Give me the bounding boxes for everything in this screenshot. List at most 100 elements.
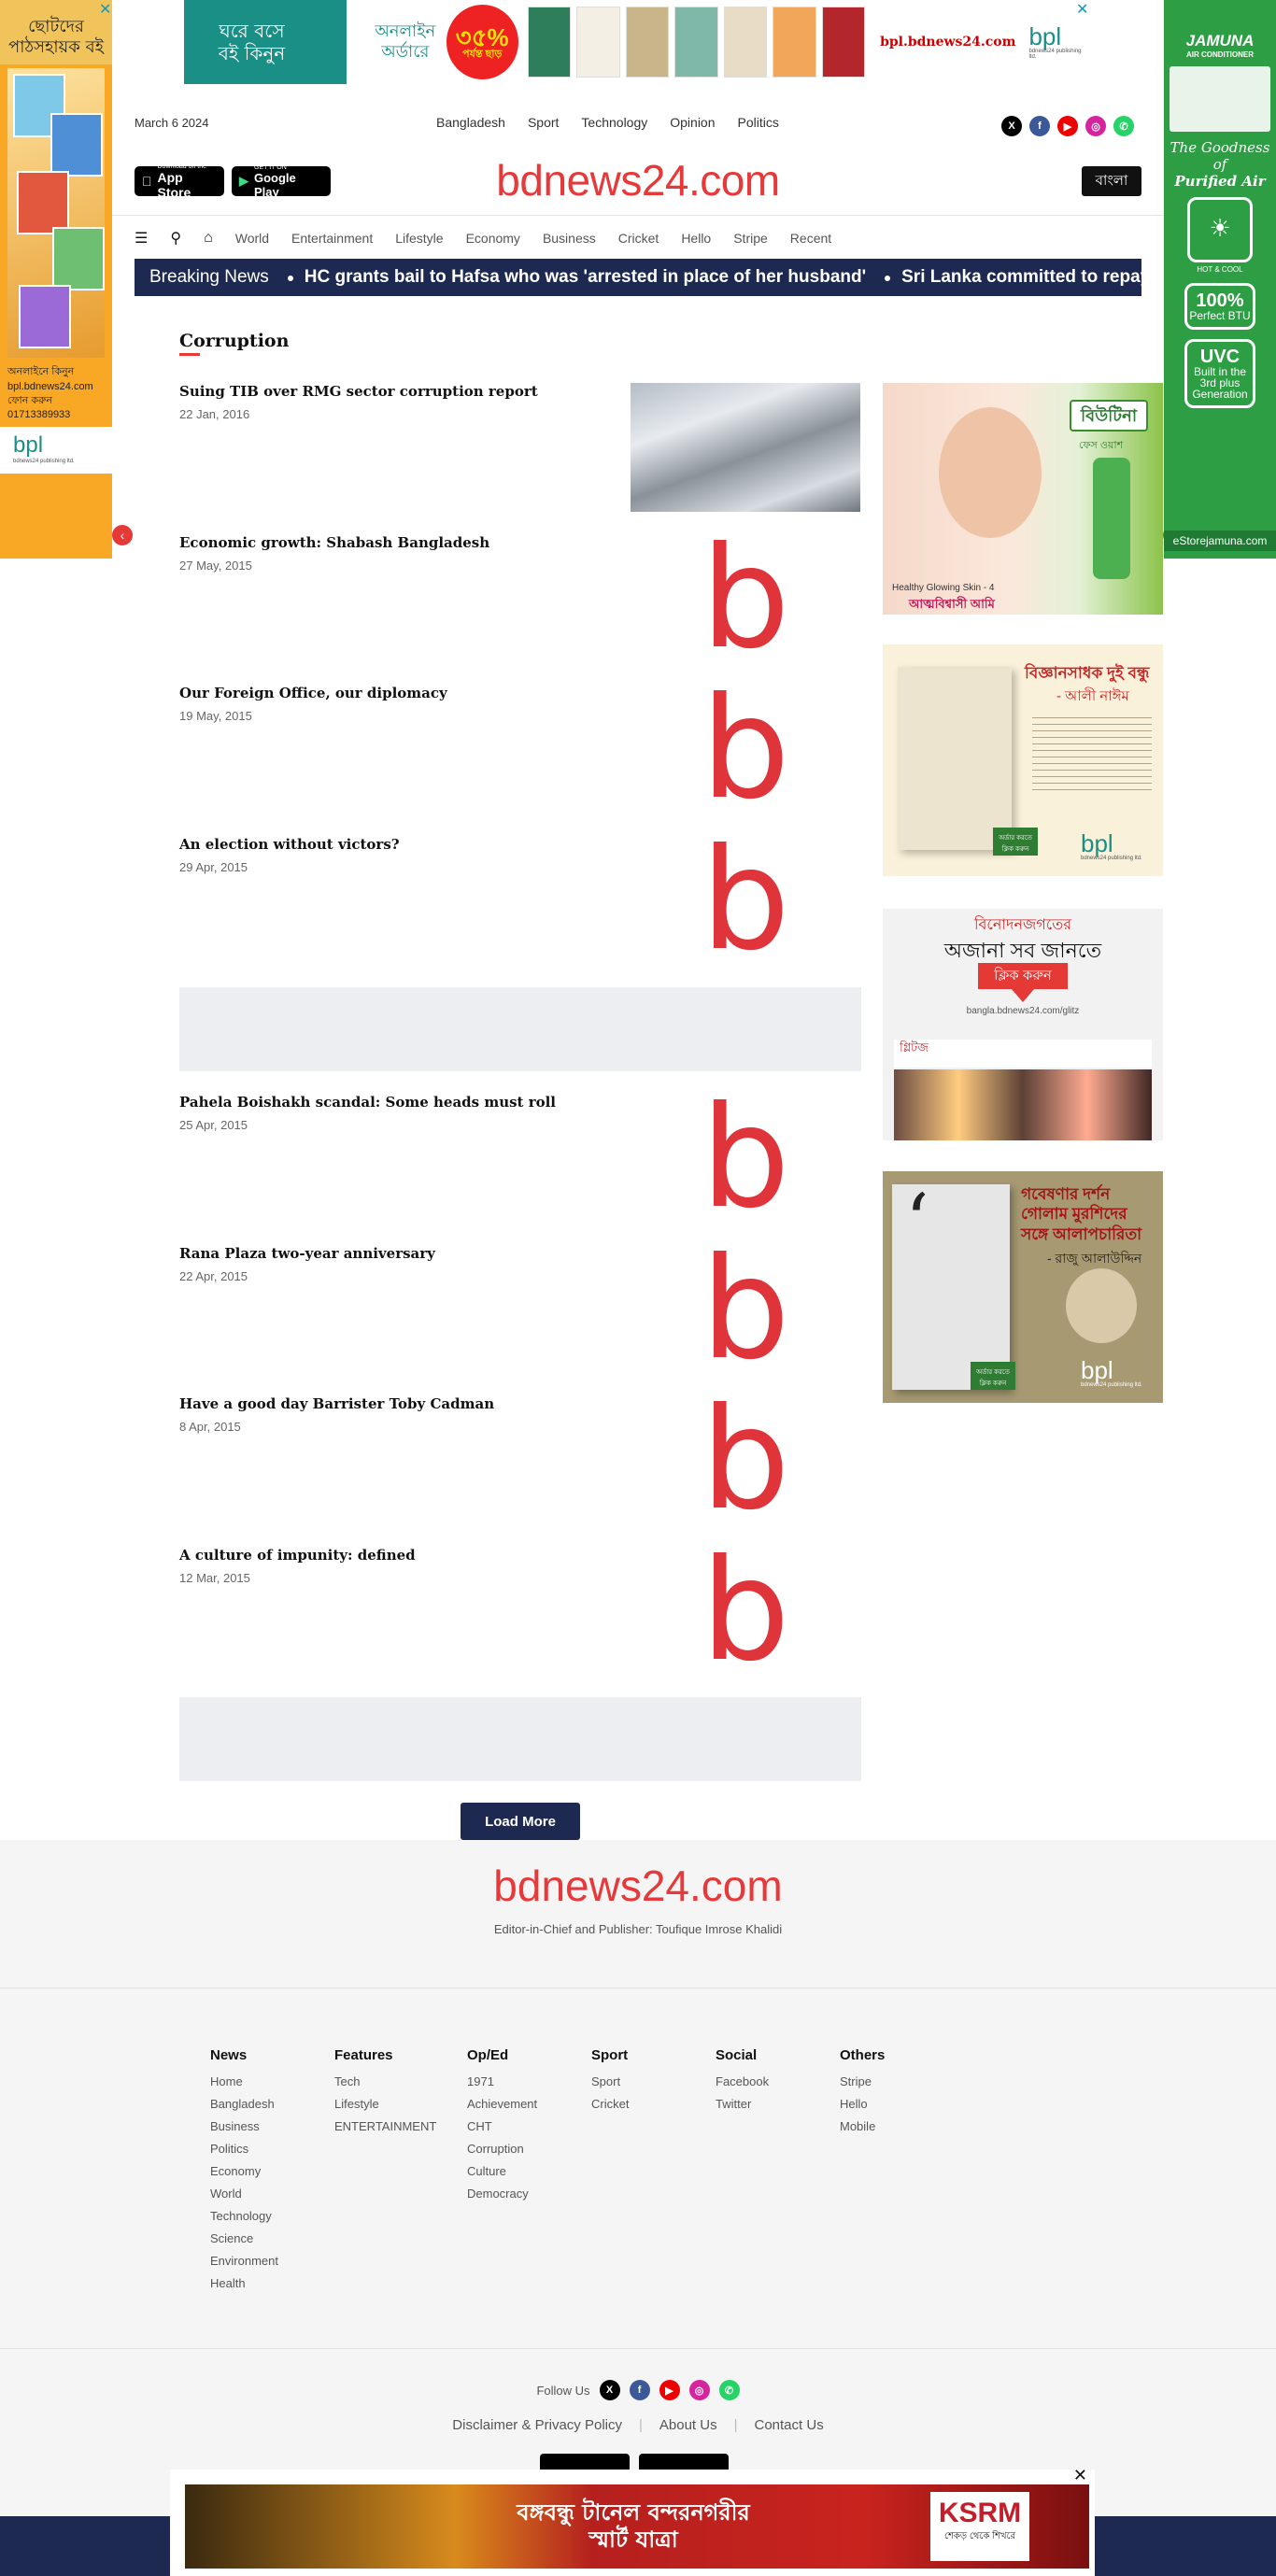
app-store-button[interactable]: Download on theApp Store <box>135 163 224 200</box>
footer-link[interactable]: Culture <box>467 2160 537 2183</box>
nav-item[interactable]: Business <box>543 231 596 246</box>
language-toggle-button[interactable]: বাংলা <box>1082 166 1141 196</box>
footer-link[interactable]: Hello <box>840 2093 885 2116</box>
search-icon[interactable]: ⚲ <box>170 229 181 248</box>
top-nav-link[interactable]: Technology <box>581 115 647 130</box>
nav-item[interactable]: Stripe <box>733 231 768 246</box>
sidebar-ad[interactable]: বিনোদনজগতের অজানা সব জানতে ক্লিক করুন ba… <box>883 909 1163 1140</box>
menu-icon[interactable]: ☰ <box>135 229 148 248</box>
footer-link[interactable]: Business <box>210 2116 278 2138</box>
breaking-item[interactable]: HC grants bail to Hafsa who was 'arreste… <box>284 267 866 288</box>
sidebar-ad[interactable]: ‘ গবেষণার দর্শন গোলাম মুরশিদের সঙ্গে আলাপচ… <box>883 1171 1163 1403</box>
nav-item[interactable]: Entertainment <box>291 231 373 246</box>
nav-item[interactable]: Cricket <box>618 231 659 246</box>
footer-link[interactable]: Democracy <box>467 2183 537 2205</box>
about-link[interactable]: About Us <box>659 2417 717 2433</box>
footer-link[interactable]: Facebook <box>716 2071 769 2093</box>
instagram-icon[interactable]: ◎ <box>688 2380 710 2400</box>
footer-link[interactable]: Environment <box>210 2250 278 2272</box>
top-nav-link[interactable]: Sport <box>528 115 559 130</box>
carousel-prev-icon[interactable]: ‹ <box>112 525 133 545</box>
section-title: Corruption <box>179 331 290 351</box>
footer-link[interactable]: Cricket <box>591 2093 629 2116</box>
footer-link[interactable]: ENTERTAINMENT <box>334 2116 436 2138</box>
footer-link[interactable]: Politics <box>210 2138 278 2160</box>
nav-item[interactable]: World <box>235 231 269 246</box>
footer-link[interactable]: Lifestyle <box>334 2093 436 2116</box>
article-thumbnail-placeholder[interactable]: b <box>631 679 860 819</box>
top-nav-link[interactable]: Politics <box>738 115 779 130</box>
google-play-button[interactable]: ▶ GET IT ON Google Play <box>232 164 331 199</box>
footer-column-sport: Sport Sport Cricket <box>591 2047 629 2116</box>
footer-link[interactable]: 1971 <box>467 2071 537 2093</box>
ad-cta-button[interactable]: ক্লিক করুন <box>978 963 1068 989</box>
top-nav-link[interactable]: Opinion <box>670 115 715 130</box>
left-side-ad[interactable]: ছোটদের পাঠসহায়ক বই অনলাইনে কিনুন bpl.bdne… <box>0 0 112 559</box>
top-banner-ad[interactable]: ঘরে বসে বই কিনুন অনলাইন অর্ডারে ৩৫% পর্যন্… <box>184 0 1088 84</box>
youtube-icon[interactable]: ▶ <box>659 2380 680 2400</box>
article-thumbnail[interactable] <box>631 383 860 512</box>
footer-link[interactable]: Achievement <box>467 2093 537 2116</box>
footer-link[interactable]: Corruption <box>467 2138 537 2160</box>
article-thumbnail-placeholder[interactable]: b <box>631 830 860 970</box>
breaking-label: Breaking News <box>149 267 269 287</box>
footer-column-title: Op/Ed <box>467 2047 509 2063</box>
top-nav-link[interactable]: Bangladesh <box>436 115 505 130</box>
footer-link[interactable]: CHT <box>467 2116 537 2138</box>
footer-link[interactable]: Home <box>210 2071 278 2093</box>
article-thumbnail-placeholder[interactable]: b <box>631 1541 860 1681</box>
disclaimer-link[interactable]: Disclaimer & Privacy Policy <box>452 2417 622 2433</box>
article-thumbnail-placeholder[interactable]: b <box>631 1239 860 1380</box>
sidebar-ad[interactable]: বিজ্ঞানসাধক দুই বন্ধু - আলী নাঈম অর্ডার … <box>883 644 1163 876</box>
home-icon[interactable]: ⌂ <box>204 230 213 247</box>
facebook-icon[interactable]: f <box>629 2380 650 2400</box>
footer-link[interactable]: Sport <box>591 2071 629 2093</box>
ad-url: bpl.bdnews24.com <box>880 35 1016 50</box>
x-icon[interactable]: X <box>599 2380 620 2400</box>
play-icon: ▶ <box>239 174 248 188</box>
nav-item[interactable]: Lifestyle <box>395 231 443 246</box>
footer-column-title: Others <box>840 2047 886 2063</box>
footer-logo[interactable]: bdnews24.com <box>0 1861 1276 1911</box>
footer-link[interactable]: Stripe <box>840 2071 885 2093</box>
facebook-icon[interactable]: f <box>1029 116 1050 136</box>
footer-link[interactable]: World <box>210 2183 278 2205</box>
placeholder-logo: b <box>701 1379 790 1541</box>
close-ad-icon[interactable]: ✕ <box>99 0 111 19</box>
footer-link[interactable]: Tech <box>334 2071 436 2093</box>
youtube-icon[interactable]: ▶ <box>1057 116 1078 136</box>
breaking-item[interactable]: Sri Lanka committed to repaying <box>881 267 1141 288</box>
x-icon[interactable]: X <box>1001 116 1022 136</box>
load-more-button[interactable]: Load More <box>461 1803 580 1840</box>
nav-item[interactable]: Economy <box>466 231 520 246</box>
site-logo[interactable]: bdnews24.com <box>374 155 902 205</box>
article-thumbnail-placeholder[interactable]: b <box>631 1390 860 1530</box>
order-button[interactable]: অর্ডার করতে ক্লিক করুন <box>993 828 1038 856</box>
footer-link[interactable]: Health <box>210 2272 278 2295</box>
footer-links: Disclaimer & Privacy Policy | About Us | C… <box>0 2417 1276 2433</box>
right-side-ad[interactable]: JAMUNA AIR CONDITIONER The Goodness of Pur… <box>1164 0 1276 559</box>
social-links: X f ▶ ◎ ✆ <box>1001 116 1134 136</box>
close-ad-icon[interactable]: ✕ <box>1076 0 1088 19</box>
whatsapp-icon[interactable]: ✆ <box>1113 116 1134 136</box>
footer-link[interactable]: Science <box>210 2228 278 2250</box>
nav-item[interactable]: Recent <box>790 231 831 246</box>
article-thumbnail-placeholder[interactable]: b <box>631 529 860 669</box>
order-button[interactable]: অর্ডার করতে ক্লিক করুন <box>971 1362 1015 1390</box>
instagram-icon[interactable]: ◎ <box>1085 116 1106 136</box>
footer-link[interactable]: Technology <box>210 2205 278 2228</box>
footer-link[interactable]: Economy <box>210 2160 278 2183</box>
ad-placeholder <box>179 1697 861 1781</box>
footer-link[interactable]: Mobile <box>840 2116 885 2138</box>
sticky-bottom-ad[interactable]: বঙ্গবন্ধু টানেল বন্দরনগরীর স্মার্ট যাত্রা… <box>170 2466 1095 2576</box>
main-nav: ☰ ⚲ ⌂ World Entertainment Lifestyle Econ… <box>135 222 1141 254</box>
whatsapp-icon[interactable]: ✆ <box>718 2380 740 2400</box>
article-thumbnail-placeholder[interactable]: b <box>631 1088 860 1228</box>
footer-link[interactable]: Twitter <box>716 2093 769 2116</box>
book-cover <box>723 7 768 78</box>
close-ad-icon[interactable]: ✕ <box>1073 2466 1087 2485</box>
sidebar-ad[interactable]: বিউটিনা ফেস ওয়াশ Healthy Glowing Skin -… <box>883 383 1163 615</box>
contact-link[interactable]: Contact Us <box>755 2417 824 2433</box>
footer-link[interactable]: Bangladesh <box>210 2093 278 2116</box>
nav-item[interactable]: Hello <box>681 231 711 246</box>
